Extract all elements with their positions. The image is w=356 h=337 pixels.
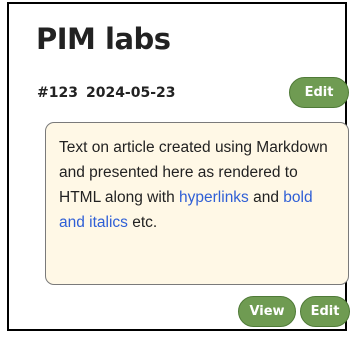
edit-button-top[interactable]: Edit (289, 77, 349, 108)
edit-button-bottom[interactable]: Edit (300, 296, 350, 327)
article-id: #123 (37, 85, 78, 101)
hyperlinks-link[interactable]: hyperlinks (179, 189, 249, 206)
page-title: PIM labs (36, 22, 171, 56)
article-content-box: Text on article created using Markdown a… (45, 122, 349, 285)
article-card: PIM labs #123 2024-05-23 Edit Text on art… (7, 2, 350, 331)
article-meta: #123 2024-05-23 (37, 84, 176, 102)
article-date: 2024-05-23 (85, 85, 176, 101)
content-tail-text: etc. (127, 214, 158, 231)
article-content: Text on article created using Markdown a… (59, 135, 336, 235)
content-and-text: and (248, 189, 284, 206)
view-button[interactable]: View (238, 296, 296, 327)
